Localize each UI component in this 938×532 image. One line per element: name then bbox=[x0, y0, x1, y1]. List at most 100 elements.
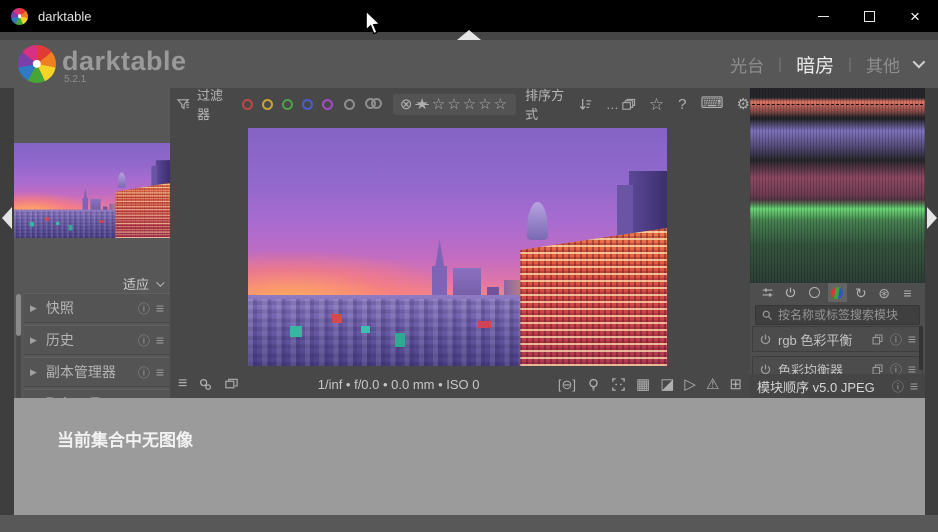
color-label-yellow[interactable] bbox=[262, 99, 273, 110]
color-label-blue[interactable] bbox=[302, 99, 313, 110]
minimize-icon bbox=[818, 16, 829, 17]
softproof-icon[interactable]: ▷ bbox=[684, 377, 696, 392]
left-panel-scrollbar[interactable] bbox=[16, 294, 21, 398]
expander-icon[interactable]: ▶ bbox=[30, 367, 37, 378]
tab-other[interactable]: 其他 bbox=[866, 52, 900, 77]
filter-label[interactable]: 过滤器 bbox=[197, 85, 230, 123]
active-modules-icon[interactable] bbox=[781, 283, 800, 302]
color-label-multi-icon[interactable] bbox=[365, 98, 383, 110]
waveform-scope[interactable] bbox=[750, 88, 925, 283]
app-version: 5.2.1 bbox=[64, 74, 86, 85]
expander-icon[interactable]: ▶ bbox=[30, 335, 37, 346]
expand-top-panel-button[interactable] bbox=[457, 30, 481, 40]
overexposure-icon[interactable]: ▦ bbox=[636, 377, 650, 392]
rating-stars[interactable]: ☆☆☆☆☆ bbox=[432, 97, 509, 112]
expand-right-panel-button[interactable] bbox=[927, 207, 937, 229]
correction-group-icon[interactable]: ↻ bbox=[851, 283, 870, 302]
expander-icon[interactable]: ▶ bbox=[30, 303, 37, 314]
focus-peaking-icon[interactable]: [⊖] bbox=[558, 378, 576, 391]
reject-icon[interactable]: ⊗ bbox=[400, 97, 413, 112]
rating-filter[interactable]: ⊗ ★ ☆☆☆☆☆ bbox=[393, 94, 516, 115]
iso12646-bulb-icon[interactable] bbox=[586, 377, 601, 392]
scrollbar-thumb[interactable] bbox=[16, 294, 21, 336]
minimize-button[interactable] bbox=[800, 0, 846, 32]
info-icon[interactable]: ⓘ bbox=[138, 332, 150, 349]
close-button[interactable]: × bbox=[892, 0, 938, 32]
close-icon: × bbox=[910, 8, 920, 25]
gamut-check-icon[interactable]: ⚠ bbox=[706, 377, 719, 392]
keyboard-shortcuts-icon[interactable]: ⌨ bbox=[700, 96, 723, 112]
filmstrip-overlay: 当前集合中无图像 bbox=[14, 398, 925, 515]
section-snapshots[interactable]: ▶ 快照 ⓘ ≡ bbox=[24, 293, 170, 323]
collapse-left-panel-button[interactable] bbox=[2, 207, 12, 229]
zoom-mode-dropdown[interactable]: 适应 bbox=[123, 274, 162, 293]
main-image[interactable] bbox=[248, 128, 667, 366]
color-label-green[interactable] bbox=[282, 99, 293, 110]
color-label-gray[interactable] bbox=[344, 99, 355, 110]
empty-collection-message: 当前集合中无图像 bbox=[57, 426, 193, 451]
color-label-purple[interactable] bbox=[322, 99, 333, 110]
maximize-button[interactable] bbox=[846, 0, 892, 32]
guides-overlays-icon[interactable] bbox=[198, 377, 213, 392]
section-label: 历史 bbox=[46, 330, 138, 350]
culling-dots-icon[interactable]: … bbox=[606, 98, 619, 111]
module-groups: ↻ ⊛ ≡ bbox=[750, 283, 925, 302]
presets-menu-icon[interactable]: ≡ bbox=[908, 331, 916, 347]
nav-thumbnail[interactable] bbox=[14, 143, 170, 238]
search-icon bbox=[761, 309, 773, 321]
right-panel: ↻ ⊛ ≡ rgb 色彩平衡 ⓘ ≡ 色彩均衡器 ⓘ ≡ 模块顺序 v5.0 J… bbox=[750, 88, 925, 398]
section-history[interactable]: ▶ 历史 ⓘ ≡ bbox=[24, 325, 170, 355]
presets-menu-icon[interactable]: ≡ bbox=[156, 332, 164, 348]
one-star-icon[interactable]: ★ bbox=[415, 97, 428, 112]
presets-menu-icon[interactable]: ≡ bbox=[156, 300, 164, 316]
presets-menu-icon[interactable]: ≡ bbox=[156, 364, 164, 380]
grid-overlay-icon[interactable]: ⊞ bbox=[729, 377, 742, 392]
tab-lighttable[interactable]: 光台 bbox=[730, 52, 764, 77]
module-search[interactable] bbox=[755, 305, 920, 325]
darkroom-bottom-toolbar: ≡ 1/inf • f/0.0 • 0.0 mm • ISO 0 [⊖] ▦ ◪… bbox=[170, 370, 750, 398]
multi-instance-icon[interactable] bbox=[871, 333, 884, 346]
section-color-picker[interactable]: ▶ 取色工具 ⓘ ≡ bbox=[24, 389, 170, 398]
right-panel-scrollbar[interactable] bbox=[919, 326, 923, 370]
raw-overexposure-icon[interactable]: ◪ bbox=[660, 377, 674, 392]
color-group-icon[interactable] bbox=[828, 283, 847, 302]
left-panel: 适应 ▶ 快照 ⓘ ≡ ▶ 历史 ⓘ ≡ ▶ 副本管理器 ⓘ ≡ ▶ 取色工具 … bbox=[14, 88, 170, 398]
section-label: 快照 bbox=[46, 298, 138, 318]
exif-info: 1/inf • f/0.0 • 0.0 mm • ISO 0 bbox=[239, 377, 558, 392]
base-group-icon[interactable] bbox=[805, 283, 824, 302]
center-area: 过滤器 ⊗ ★ ☆☆☆☆☆ 排序方式 … ☆ ? ⌨ ⚙ bbox=[170, 88, 750, 398]
info-icon[interactable]: ⓘ bbox=[138, 300, 150, 317]
module-order-row[interactable]: 模块顺序 v5.0 JPEG ⓘ ≡ bbox=[750, 374, 925, 398]
groups-menu-icon[interactable]: ≡ bbox=[898, 283, 917, 302]
quick-access-icon[interactable] bbox=[758, 283, 777, 302]
app-name: darktable bbox=[62, 46, 187, 77]
hamburger-menu-icon[interactable]: ≡ bbox=[178, 376, 187, 392]
info-icon[interactable]: ⓘ bbox=[892, 378, 904, 395]
right-edge-strip bbox=[925, 88, 938, 515]
culling-stack-icon[interactable] bbox=[621, 97, 636, 112]
tab-darkroom[interactable]: 暗房 bbox=[796, 51, 834, 78]
effects-group-icon[interactable]: ⊛ bbox=[875, 283, 894, 302]
gear-icon[interactable]: ⚙ bbox=[737, 97, 750, 112]
sort-order-icon[interactable] bbox=[578, 97, 593, 112]
module-search-input[interactable] bbox=[778, 308, 914, 322]
favorites-star-icon[interactable]: ☆ bbox=[649, 96, 664, 113]
reset-info-icon[interactable]: ⓘ bbox=[890, 331, 902, 348]
sort-label[interactable]: 排序方式 bbox=[525, 85, 569, 123]
fit-expand-icon[interactable] bbox=[611, 377, 626, 392]
info-icon[interactable]: ⓘ bbox=[138, 364, 150, 381]
tab-separator: | bbox=[778, 56, 782, 73]
section-duplicate-manager[interactable]: ▶ 副本管理器 ⓘ ≡ bbox=[24, 357, 170, 387]
color-label-red[interactable] bbox=[242, 99, 253, 110]
presets-menu-icon[interactable]: ≡ bbox=[910, 378, 918, 394]
thumbnail-cityscape bbox=[14, 143, 170, 238]
filter-funnel-icon[interactable] bbox=[176, 97, 191, 112]
module-color-balance-rgb[interactable]: rgb 色彩平衡 ⓘ ≡ bbox=[752, 326, 923, 352]
mouse-cursor bbox=[364, 10, 382, 36]
chevron-down-icon[interactable] bbox=[913, 56, 926, 69]
cityscape-photo bbox=[248, 128, 667, 366]
second-window-icon[interactable] bbox=[224, 377, 239, 392]
module-order-label: 模块顺序 bbox=[757, 380, 809, 395]
power-icon[interactable] bbox=[759, 333, 772, 346]
help-icon[interactable]: ? bbox=[678, 97, 686, 112]
